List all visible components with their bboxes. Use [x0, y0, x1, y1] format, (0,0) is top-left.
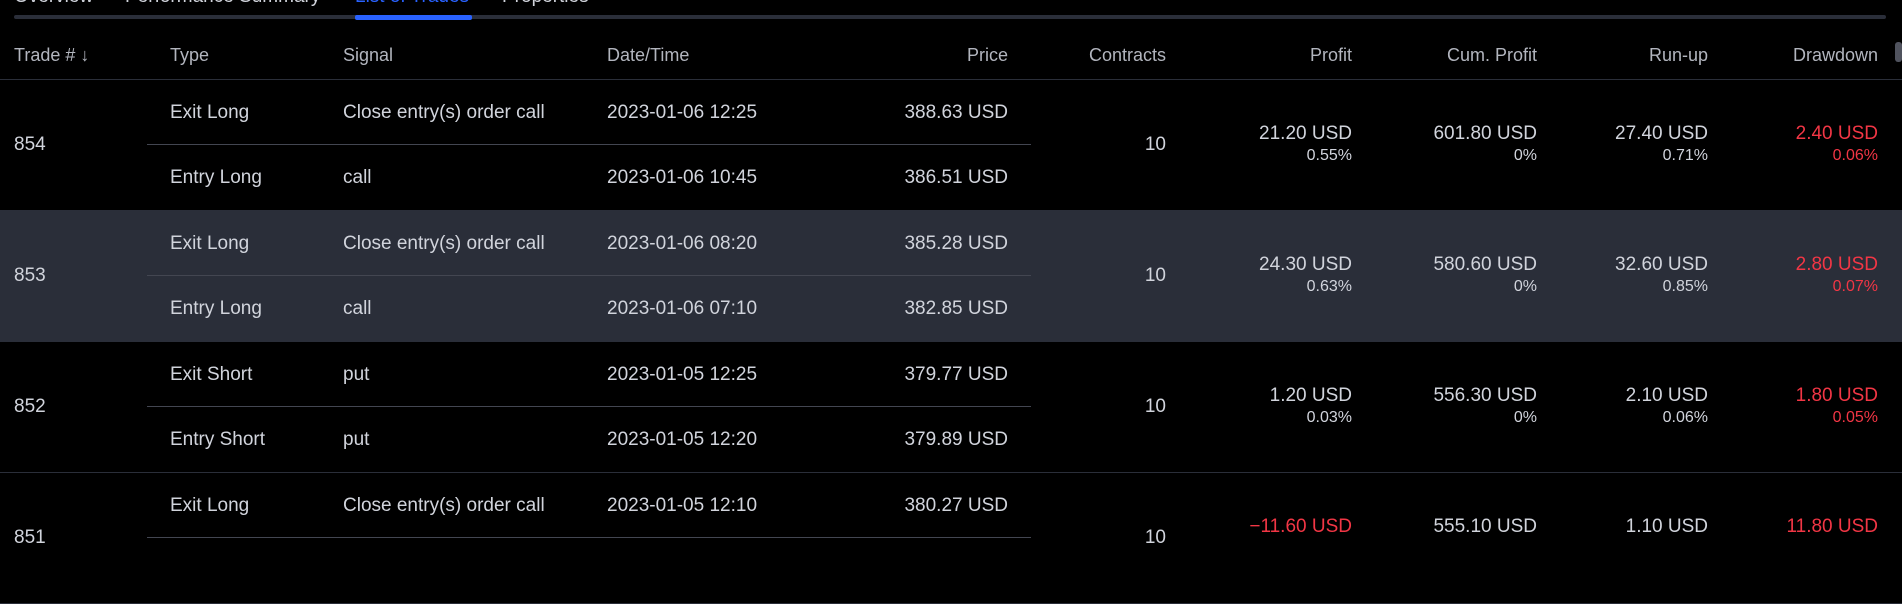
- contracts-value: 10: [1144, 396, 1166, 417]
- entry-signal: call: [343, 298, 372, 319]
- cum-profit-percent: 0%: [1513, 409, 1537, 426]
- runup-value: 1.10 USD: [1625, 516, 1708, 537]
- runup-value: 2.10 USD: [1625, 385, 1708, 406]
- exit-price: 385.28 USD: [904, 233, 1008, 254]
- exit-price: 380.27 USD: [904, 495, 1008, 516]
- exit-signal: Close entry(s) order call: [343, 495, 545, 516]
- column-header-signal[interactable]: Signal: [343, 45, 393, 66]
- entry-signal: put: [343, 429, 370, 450]
- column-header-runup[interactable]: Run-up: [1649, 45, 1708, 66]
- profit-value: −11.60 USD: [1249, 516, 1352, 537]
- column-header-drawdown[interactable]: Drawdown: [1793, 45, 1878, 66]
- exit-datetime: 2023-01-06 08:20: [607, 233, 758, 254]
- table-row[interactable]: 854 Exit Long Close entry(s) order call …: [0, 80, 1902, 211]
- runup-percent: 0.06%: [1662, 409, 1708, 426]
- column-header-trade[interactable]: Trade # ↓: [14, 45, 89, 66]
- column-header-price[interactable]: Price: [967, 45, 1008, 66]
- exit-price: 379.77 USD: [904, 364, 1008, 385]
- exit-type: Exit Long: [170, 102, 250, 123]
- trade-number: 851: [14, 527, 46, 548]
- trade-number: 852: [14, 396, 46, 417]
- entry-price: 386.51 USD: [904, 167, 1008, 188]
- entry-datetime: 2023-01-06 07:10: [607, 298, 758, 319]
- exit-signal: Close entry(s) order call: [343, 233, 545, 254]
- cum-profit-value: 580.60 USD: [1433, 254, 1537, 275]
- profit-value: 24.30 USD: [1259, 254, 1352, 275]
- contracts-value: 10: [1144, 265, 1166, 286]
- runup-percent: 0.71%: [1662, 147, 1708, 164]
- vertical-scrollbar[interactable]: [1895, 42, 1902, 62]
- column-header-type[interactable]: Type: [170, 45, 209, 66]
- exit-type: Exit Long: [170, 233, 250, 254]
- column-header-cum-profit[interactable]: Cum. Profit: [1447, 45, 1537, 66]
- entry-signal: call: [343, 167, 372, 188]
- runup-value: 32.60 USD: [1615, 254, 1708, 275]
- exit-type: Exit Short: [170, 364, 253, 385]
- trade-header-label: Trade #: [14, 45, 76, 65]
- trade-number: 853: [14, 265, 46, 286]
- sub-row-divider: [147, 144, 1031, 145]
- cum-profit-percent: 0%: [1513, 147, 1537, 164]
- profit-value: 1.20 USD: [1269, 385, 1352, 406]
- cum-profit-value: 556.30 USD: [1433, 385, 1537, 406]
- exit-signal: put: [343, 364, 370, 385]
- exit-type: Exit Long: [170, 495, 250, 516]
- drawdown-value: 11.80 USD: [1786, 516, 1878, 537]
- drawdown-percent: 0.05%: [1832, 409, 1878, 426]
- tab-performance-summary[interactable]: Performance Summary: [125, 0, 320, 8]
- entry-type: Entry Short: [170, 429, 266, 450]
- cum-profit-value: 601.80 USD: [1433, 123, 1537, 144]
- exit-datetime: 2023-01-05 12:10: [607, 495, 758, 516]
- drawdown-value: 2.80 USD: [1795, 254, 1878, 275]
- exit-datetime: 2023-01-06 12:25: [607, 102, 758, 123]
- tab-overview[interactable]: Overview: [14, 0, 93, 8]
- tab-properties[interactable]: Properties: [502, 0, 589, 8]
- contracts-value: 10: [1144, 134, 1166, 155]
- drawdown-value: 1.80 USD: [1795, 385, 1878, 406]
- column-header-profit[interactable]: Profit: [1310, 45, 1352, 66]
- entry-datetime: 2023-01-05 12:20: [607, 429, 758, 450]
- entry-type: Entry Long: [170, 298, 262, 319]
- entry-price: 379.89 USD: [904, 429, 1008, 450]
- entry-price: 382.85 USD: [904, 298, 1008, 319]
- profit-percent: 0.63%: [1306, 278, 1352, 295]
- sub-row-divider: [147, 275, 1031, 276]
- table-row[interactable]: 851 Exit Long Close entry(s) order call …: [0, 473, 1902, 604]
- active-tab-indicator: [355, 15, 472, 20]
- table-header: Trade # ↓ Type Signal Date/Time Price Co…: [0, 36, 1902, 80]
- cum-profit-percent: 0%: [1513, 278, 1537, 295]
- column-header-contracts[interactable]: Contracts: [1089, 45, 1166, 66]
- exit-price: 388.63 USD: [904, 102, 1008, 123]
- drawdown-percent: 0.06%: [1832, 147, 1878, 164]
- table-row[interactable]: 852 Exit Short put 2023-01-05 12:25 379.…: [0, 342, 1902, 473]
- exit-signal: Close entry(s) order call: [343, 102, 545, 123]
- column-header-datetime[interactable]: Date/Time: [607, 45, 689, 66]
- sub-row-divider: [147, 406, 1031, 407]
- table-row[interactable]: 853 Exit Long Close entry(s) order call …: [0, 211, 1902, 342]
- profit-value: 21.20 USD: [1259, 123, 1352, 144]
- drawdown-value: 2.40 USD: [1795, 123, 1878, 144]
- contracts-value: 10: [1144, 527, 1166, 548]
- profit-percent: 0.55%: [1306, 147, 1352, 164]
- tab-list-of-trades[interactable]: List of Trades: [355, 0, 469, 8]
- runup-percent: 0.85%: [1662, 278, 1708, 295]
- drawdown-percent: 0.07%: [1832, 278, 1878, 295]
- tab-scroll-track[interactable]: [14, 15, 1886, 19]
- cum-profit-value: 555.10 USD: [1433, 516, 1537, 537]
- entry-datetime: 2023-01-06 10:45: [607, 167, 758, 188]
- runup-value: 27.40 USD: [1615, 123, 1708, 144]
- sort-down-icon[interactable]: ↓: [80, 45, 89, 65]
- trade-number: 854: [14, 134, 46, 155]
- profit-percent: 0.03%: [1306, 409, 1352, 426]
- tab-bar: Overview Performance Summary List of Tra…: [0, 0, 1902, 20]
- entry-type: Entry Long: [170, 167, 262, 188]
- exit-datetime: 2023-01-05 12:25: [607, 364, 758, 385]
